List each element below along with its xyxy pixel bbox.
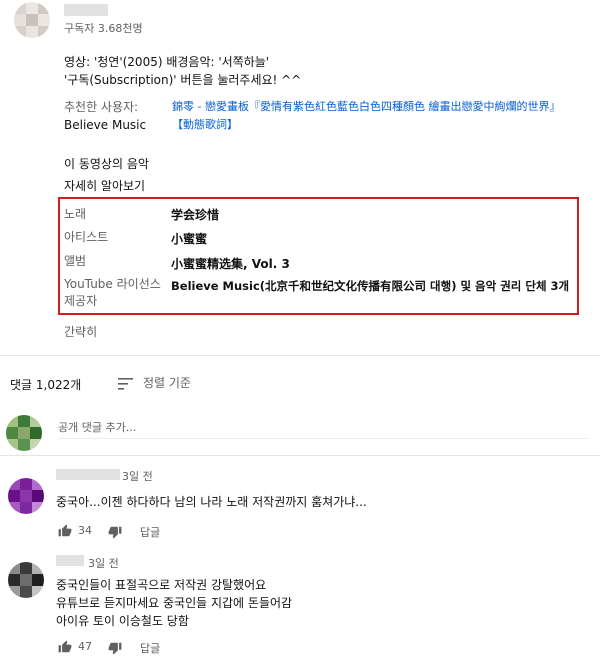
- channel-avatar[interactable]: [14, 2, 50, 38]
- comment-actions: 47 답글: [56, 638, 256, 656]
- song-label: 노래: [64, 207, 87, 221]
- thumb-up-icon[interactable]: [58, 640, 72, 654]
- music-section-title: 이 동영상의 음악: [64, 157, 149, 171]
- comment-time[interactable]: 3일 전: [122, 468, 153, 484]
- add-comment-input[interactable]: 공개 댓글 추가...: [58, 419, 136, 435]
- sort-icon: [118, 378, 133, 390]
- licensor-value: Believe Music(北京千和世纪文化传播有限公司 대행) 및 음악 권리…: [171, 279, 570, 293]
- comment-avatar[interactable]: [8, 478, 44, 514]
- subscriber-count: 구독자 3.68천명: [64, 22, 143, 35]
- recommended-source: Believe Music: [64, 118, 147, 132]
- artist-value[interactable]: 小蜜蜜: [171, 230, 207, 247]
- like-count: 34: [78, 524, 92, 537]
- comments-divider: [0, 455, 600, 456]
- comment-avatar[interactable]: [8, 562, 44, 598]
- add-comment-underline: [58, 438, 588, 439]
- recommended-video-tag[interactable]: 【動態歌詞】: [172, 117, 238, 133]
- recommended-by-label: 추천한 사용자:: [64, 100, 139, 114]
- comment-count: 댓글 1,022개: [10, 378, 82, 392]
- comment-text-line-1: 중국인들이 표절곡으로 저작권 강탈했어요: [56, 578, 267, 592]
- reply-button[interactable]: 답글: [140, 640, 160, 656]
- album-label: 앨범: [64, 254, 87, 268]
- thumb-down-icon[interactable]: [108, 525, 122, 539]
- sort-label: 정렬 기준: [143, 376, 191, 390]
- description-line-1: 영상: '청연'(2005) 배경음악: '서쪽하늘': [64, 55, 270, 69]
- song-value[interactable]: 学会珍惜: [171, 206, 219, 223]
- comment-text-line-2: 유튜브로 듣지마세요 중국인들 지갑에 돈들어감: [56, 596, 293, 610]
- thumb-up-icon[interactable]: [58, 524, 72, 538]
- comment-author-blurred[interactable]: [56, 469, 120, 480]
- section-divider: [0, 355, 600, 356]
- comment-text-line-3: 아이유 토이 이승철도 당함: [56, 614, 189, 628]
- comment-text: 중국아...이젠 하다하다 남의 나라 노래 저작권까지 훔쳐가냐...: [56, 495, 367, 509]
- comment-author-blurred[interactable]: [56, 555, 84, 566]
- like-count: 47: [78, 640, 92, 653]
- my-avatar: [6, 415, 42, 451]
- comment-time[interactable]: 3일 전: [88, 555, 119, 571]
- channel-name-blurred[interactable]: [64, 4, 108, 16]
- artist-label: 아티스트: [64, 230, 109, 244]
- description-line-2: '구독(Subscription)' 버튼을 눌러주세요! ^^: [64, 73, 302, 87]
- recommended-video-link[interactable]: 錦零 - 戀愛畫板『愛情有紫色紅色藍色白色四種顏色 繪畫出戀愛中絢爛的世界』: [172, 99, 590, 115]
- thumb-down-icon[interactable]: [108, 641, 122, 655]
- reply-button[interactable]: 답글: [140, 524, 160, 540]
- licensor-label: YouTube 라이선스 제공자: [64, 277, 161, 308]
- comment-actions: 34 답글: [56, 522, 256, 540]
- show-less-button[interactable]: 간략히: [64, 324, 97, 340]
- learn-more-link[interactable]: 자세히 알아보기: [64, 178, 145, 194]
- album-value[interactable]: 小蜜蜜精选集, Vol. 3: [171, 255, 290, 272]
